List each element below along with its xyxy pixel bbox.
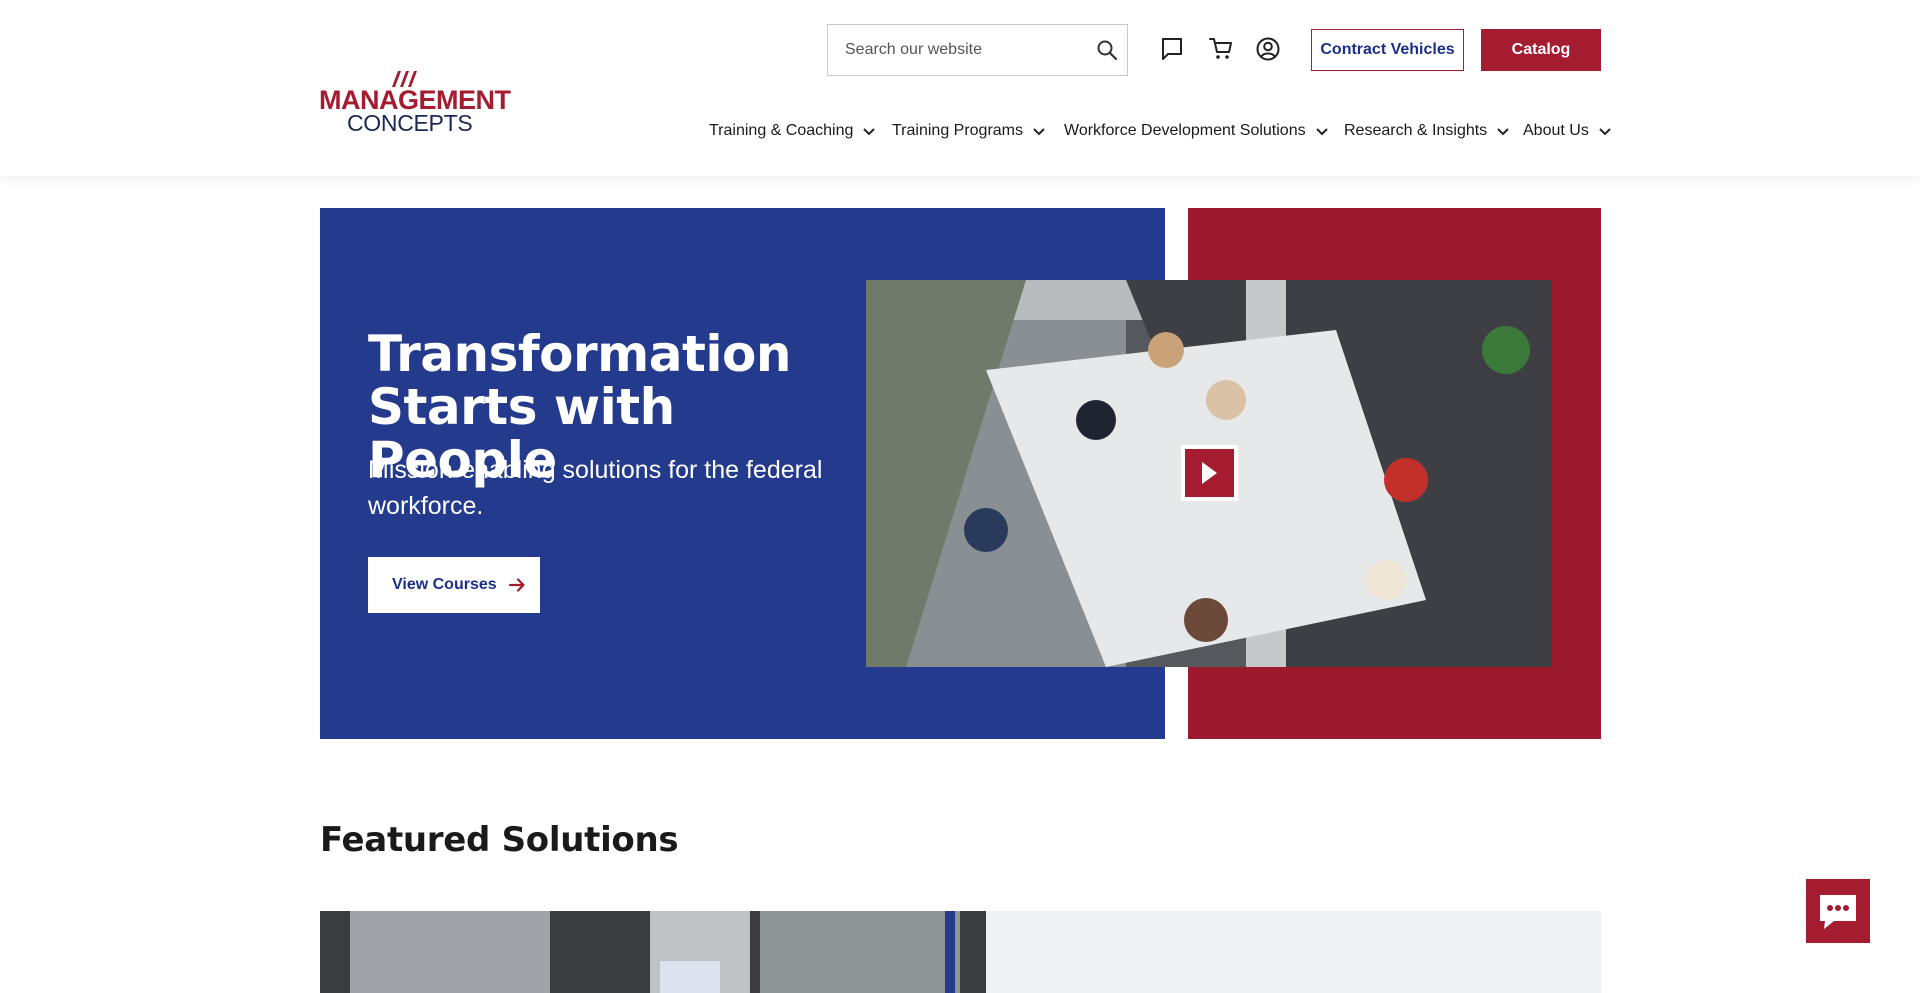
nav-item-workforce-development[interactable]: Workforce Development Solutions — [1064, 118, 1330, 144]
nav-item-label: Training Programs — [892, 122, 1024, 139]
live-chat-widget[interactable] — [1806, 879, 1870, 943]
account-icon[interactable] — [1255, 36, 1281, 62]
nav-item-research-insights[interactable]: Research & Insights — [1344, 118, 1511, 144]
chevron-down-icon — [1599, 128, 1611, 136]
nav-item-training-programs[interactable]: Training Programs — [892, 118, 1047, 144]
chevron-down-icon — [1315, 128, 1328, 136]
search-icon[interactable] — [1095, 38, 1119, 62]
nav-item-about-us[interactable]: About Us — [1523, 118, 1613, 144]
nav-item-training-coaching[interactable]: Training & Coaching — [709, 118, 877, 144]
featured-solutions-heading: Featured Solutions — [320, 820, 679, 860]
nav-item-label: Research & Insights — [1344, 122, 1488, 139]
chat-bubble-icon[interactable] — [1159, 36, 1185, 62]
nav-item-label: Workforce Development Solutions — [1064, 122, 1306, 139]
chevron-down-icon — [863, 128, 876, 136]
chevron-down-icon — [1033, 128, 1045, 136]
featured-solution-image[interactable] — [320, 911, 986, 993]
chevron-down-icon — [1497, 128, 1509, 136]
contract-vehicles-button[interactable]: Contract Vehicles — [1311, 29, 1464, 71]
logo-text-top: MANAGEMENT — [319, 85, 511, 115]
play-video-button[interactable] — [1181, 445, 1238, 501]
site-header: MANAGEMENT CONCEPTS Contract Vehicles Ca… — [0, 0, 1920, 176]
management-concepts-logo[interactable]: MANAGEMENT CONCEPTS — [319, 70, 511, 136]
hero-subtitle: Mission-enabling solutions for the feder… — [368, 456, 823, 520]
nav-item-label: About Us — [1523, 122, 1589, 139]
catalog-button[interactable]: Catalog — [1481, 29, 1601, 71]
view-courses-button[interactable]: View Courses — [368, 557, 540, 613]
cart-icon[interactable] — [1208, 36, 1234, 62]
search-box — [827, 24, 1128, 76]
search-input[interactable] — [828, 25, 1083, 75]
arrow-right-icon — [508, 578, 525, 592]
logo-text-bottom: CONCEPTS — [347, 110, 473, 136]
view-courses-label: View Courses — [392, 576, 497, 593]
play-icon — [1202, 462, 1217, 484]
nav-item-label: Training & Coaching — [709, 122, 854, 139]
featured-solution-card[interactable] — [986, 911, 1601, 993]
chat-dots-icon — [1820, 895, 1856, 929]
